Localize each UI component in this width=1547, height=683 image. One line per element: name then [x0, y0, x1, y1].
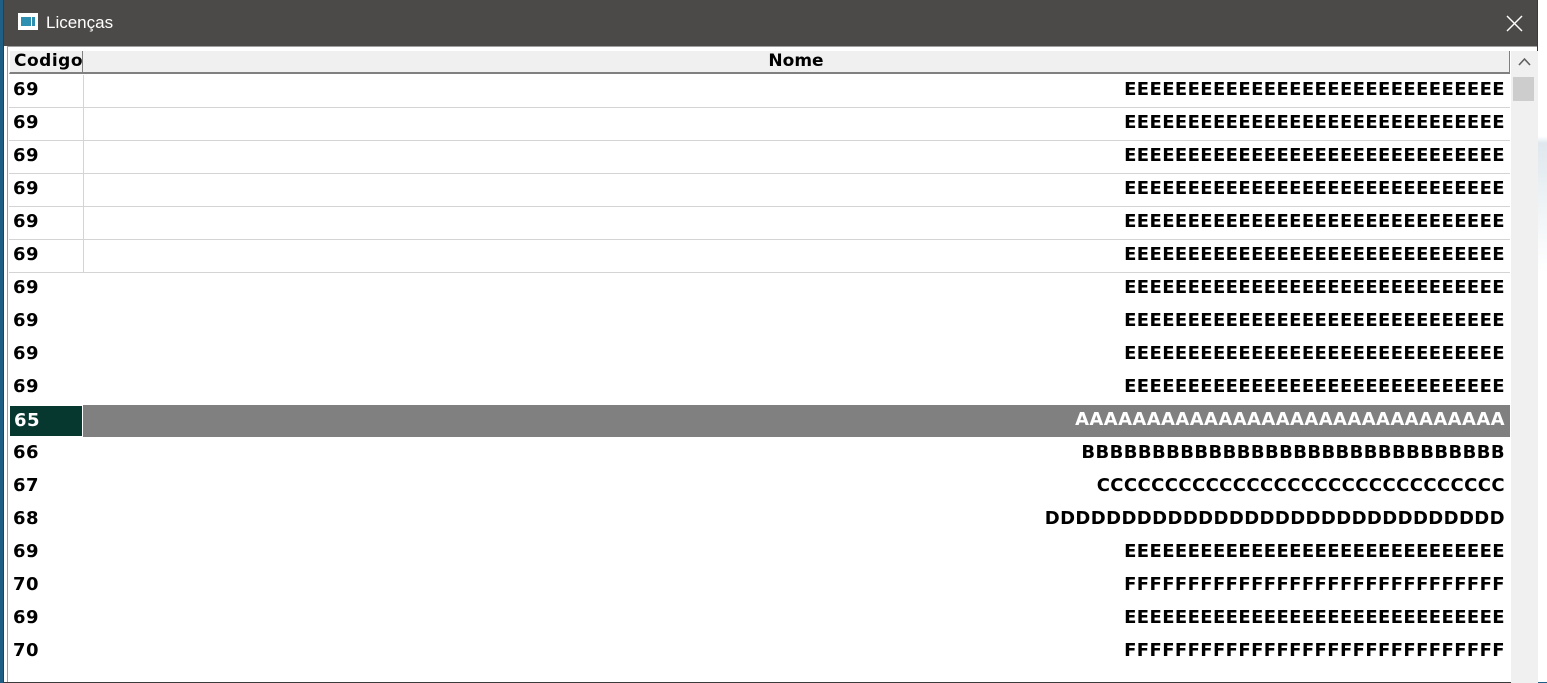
desktop-background — [1537, 0, 1547, 682]
cell-codigo[interactable]: 69 — [9, 537, 83, 569]
cell-codigo[interactable]: 69 — [9, 273, 83, 305]
table-row[interactable]: 69 EEEEEEEEEEEEEEEEEEEEEEEEEEEEEE — [9, 75, 1510, 108]
table-row[interactable]: 69 EEEEEEEEEEEEEEEEEEEEEEEEEEEEEE — [9, 537, 1510, 570]
table-row[interactable]: 69 EEEEEEEEEEEEEEEEEEEEEEEEEEEEEE — [9, 240, 1510, 273]
cell-nome[interactable]: EEEEEEEEEEEEEEEEEEEEEEEEEEEEEE — [83, 339, 1510, 371]
cell-nome[interactable]: EEEEEEEEEEEEEEEEEEEEEEEEEEEEEE — [83, 75, 1510, 107]
cell-nome[interactable]: EEEEEEEEEEEEEEEEEEEEEEEEEEEEEE — [83, 273, 1510, 305]
column-header-nome[interactable]: Nome — [83, 51, 1510, 74]
scroll-up-arrow-icon — [1518, 57, 1531, 66]
window-app-icon — [18, 13, 38, 30]
cell-codigo[interactable]: 70 — [9, 636, 83, 668]
table-row[interactable]: 70 FFFFFFFFFFFFFFFFFFFFFFFFFFFFFF — [9, 570, 1510, 603]
table-row[interactable]: 67 CCCCCCCCCCCCCCCCCCCCCCCCCCCCCC — [9, 471, 1510, 504]
table-row[interactable]: 69 EEEEEEEEEEEEEEEEEEEEEEEEEEEEEE — [9, 174, 1510, 207]
table-row[interactable]: 68 DDDDDDDDDDDDDDDDDDDDDDDDDDDDDD — [9, 504, 1510, 537]
cell-codigo[interactable]: 65 — [9, 405, 83, 437]
cell-codigo[interactable]: 70 — [9, 570, 83, 602]
cell-codigo[interactable]: 69 — [9, 372, 83, 404]
table-row[interactable]: 69 EEEEEEEEEEEEEEEEEEEEEEEEEEEEEE — [9, 306, 1510, 339]
table-row[interactable]: 69 EEEEEEEEEEEEEEEEEEEEEEEEEEEEEE — [9, 273, 1510, 306]
scroll-thumb[interactable] — [1513, 77, 1534, 101]
cell-nome[interactable]: CCCCCCCCCCCCCCCCCCCCCCCCCCCCCC — [83, 471, 1510, 503]
table-row[interactable]: 69 EEEEEEEEEEEEEEEEEEEEEEEEEEEEEE — [9, 603, 1510, 636]
title-bar[interactable]: Licenças — [4, 0, 1537, 46]
cell-codigo[interactable]: 69 — [9, 141, 83, 173]
cell-nome[interactable]: FFFFFFFFFFFFFFFFFFFFFFFFFFFFFF — [83, 570, 1510, 602]
cell-nome[interactable]: EEEEEEEEEEEEEEEEEEEEEEEEEEEEEE — [83, 603, 1510, 635]
licenses-grid[interactable]: Codigo Nome 69 EEEEEEEEEEEEEEEEEEEEEEEEEE… — [7, 46, 1538, 683]
close-button[interactable] — [1494, 4, 1534, 42]
cell-nome[interactable]: FFFFFFFFFFFFFFFFFFFFFFFFFFFFFF — [83, 636, 1510, 668]
cell-nome[interactable]: EEEEEEEEEEEEEEEEEEEEEEEEEEEEEE — [83, 372, 1510, 404]
vertical-scrollbar[interactable] — [1511, 51, 1538, 683]
cell-nome[interactable]: EEEEEEEEEEEEEEEEEEEEEEEEEEEEEE — [83, 240, 1510, 272]
table-row[interactable]: 69 EEEEEEEEEEEEEEEEEEEEEEEEEEEEEE — [9, 372, 1510, 405]
table-row-selected[interactable]: 65 AAAAAAAAAAAAAAAAAAAAAAAAAAAAAA — [9, 405, 1510, 438]
cell-codigo[interactable]: 67 — [9, 471, 83, 503]
window-title: Licenças — [46, 13, 114, 32]
cell-nome[interactable]: EEEEEEEEEEEEEEEEEEEEEEEEEEEEEE — [83, 108, 1510, 140]
cell-nome[interactable]: EEEEEEEEEEEEEEEEEEEEEEEEEEEEEE — [83, 207, 1510, 239]
cell-nome[interactable]: EEEEEEEEEEEEEEEEEEEEEEEEEEEEEE — [83, 537, 1510, 569]
cell-nome[interactable]: DDDDDDDDDDDDDDDDDDDDDDDDDDDDDD — [83, 504, 1510, 536]
table-row[interactable]: 69 EEEEEEEEEEEEEEEEEEEEEEEEEEEEEE — [9, 141, 1510, 174]
table-row[interactable]: 69 EEEEEEEEEEEEEEEEEEEEEEEEEEEEEE — [9, 339, 1510, 372]
cell-codigo[interactable]: 69 — [9, 603, 83, 635]
cell-codigo[interactable]: 69 — [9, 108, 83, 140]
cell-codigo[interactable]: 66 — [9, 438, 83, 470]
table-row[interactable]: 70 FFFFFFFFFFFFFFFFFFFFFFFFFFFFFF — [9, 636, 1510, 669]
cell-codigo[interactable]: 69 — [9, 339, 83, 371]
cell-codigo[interactable]: 69 — [9, 174, 83, 206]
cell-nome[interactable]: EEEEEEEEEEEEEEEEEEEEEEEEEEEEEE — [83, 174, 1510, 206]
grid-rows: 69 EEEEEEEEEEEEEEEEEEEEEEEEEEEEEE 69 EEEEEE… — [9, 75, 1510, 669]
table-row[interactable]: 69 EEEEEEEEEEEEEEEEEEEEEEEEEEEEEE — [9, 108, 1510, 141]
scroll-up-button[interactable] — [1511, 51, 1538, 73]
licencas-window: Licenças Codigo Nome 69 EEEEEEEEEEEEEEEEE… — [4, 0, 1538, 683]
cell-codigo[interactable]: 69 — [9, 306, 83, 338]
cell-codigo[interactable]: 69 — [9, 207, 83, 239]
cell-codigo[interactable]: 69 — [9, 240, 83, 272]
cell-nome[interactable]: EEEEEEEEEEEEEEEEEEEEEEEEEEEEEE — [83, 141, 1510, 173]
column-header-codigo[interactable]: Codigo — [9, 51, 83, 74]
close-icon — [1506, 15, 1523, 32]
table-row[interactable]: 69 EEEEEEEEEEEEEEEEEEEEEEEEEEEEEE — [9, 207, 1510, 240]
cell-codigo[interactable]: 69 — [9, 75, 83, 107]
cell-nome[interactable]: AAAAAAAAAAAAAAAAAAAAAAAAAAAAAA — [83, 405, 1510, 437]
table-row[interactable]: 66 BBBBBBBBBBBBBBBBBBBBBBBBBBBBBB — [9, 438, 1510, 471]
cell-nome[interactable]: BBBBBBBBBBBBBBBBBBBBBBBBBBBBBB — [83, 438, 1510, 470]
cell-nome[interactable]: EEEEEEEEEEEEEEEEEEEEEEEEEEEEEE — [83, 306, 1510, 338]
cell-codigo[interactable]: 68 — [9, 504, 83, 536]
